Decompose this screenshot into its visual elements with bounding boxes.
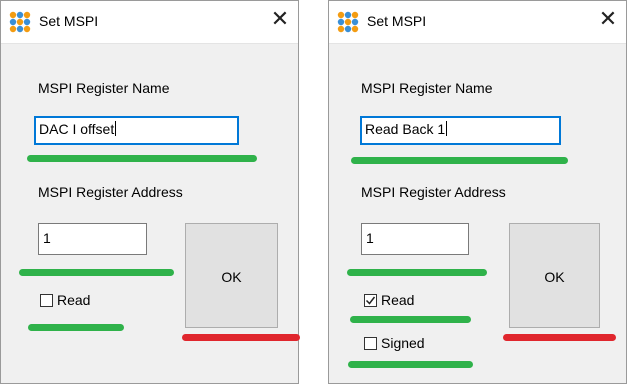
- read-checkbox-label[interactable]: Read: [381, 292, 414, 308]
- register-name-input[interactable]: DAC I offset: [34, 116, 239, 145]
- signed-checkbox-label[interactable]: Signed: [381, 335, 425, 351]
- highlight-address-underline: [347, 269, 487, 276]
- read-checkbox[interactable]: [364, 294, 377, 307]
- text-caret: [115, 121, 117, 136]
- window-title: Set MSPI: [367, 13, 427, 29]
- read-checkbox[interactable]: [40, 294, 53, 307]
- window-title: Set MSPI: [39, 13, 99, 29]
- register-address-value: 1: [43, 230, 51, 246]
- text-caret: [446, 121, 448, 136]
- close-icon[interactable]: ✕: [268, 9, 292, 33]
- highlight-read-underline: [28, 324, 124, 331]
- register-address-value: 1: [366, 230, 374, 246]
- read-checkbox-label[interactable]: Read: [57, 292, 90, 308]
- title-bar: Set MSPI ✕: [1, 1, 298, 44]
- register-name-value: Read Back 1: [365, 121, 446, 137]
- register-name-label: MSPI Register Name: [38, 80, 170, 96]
- register-name-value: DAC I offset: [39, 121, 115, 137]
- highlight-name-underline: [351, 157, 568, 164]
- set-mspi-dialog-left: Set MSPI ✕ MSPI Register Name DAC I offs…: [0, 0, 300, 384]
- close-icon[interactable]: ✕: [596, 9, 620, 33]
- register-address-label: MSPI Register Address: [38, 184, 183, 200]
- highlight-signed-underline: [348, 361, 473, 368]
- set-mspi-dialog-right: Set MSPI ✕ MSPI Register Name Read Back …: [328, 0, 627, 384]
- checkmark-icon: [365, 296, 376, 305]
- register-name-input[interactable]: Read Back 1: [360, 116, 561, 145]
- highlight-name-underline: [27, 155, 257, 162]
- title-bar: Set MSPI ✕: [329, 1, 626, 44]
- app-logo-icon: [9, 11, 31, 33]
- signed-checkbox[interactable]: [364, 337, 377, 350]
- ok-button-label: OK: [544, 269, 565, 285]
- ok-button[interactable]: OK: [185, 223, 278, 328]
- ok-button[interactable]: OK: [509, 223, 600, 328]
- highlight-address-underline: [19, 269, 174, 276]
- register-address-input[interactable]: 1: [38, 223, 147, 255]
- register-name-label: MSPI Register Name: [361, 80, 493, 96]
- ok-button-label: OK: [221, 269, 242, 285]
- highlight-ok-underline: [503, 334, 616, 341]
- register-address-label: MSPI Register Address: [361, 184, 506, 200]
- highlight-read-underline: [350, 316, 471, 323]
- register-address-input[interactable]: 1: [361, 223, 469, 255]
- highlight-ok-underline: [182, 334, 300, 341]
- app-logo-icon: [337, 11, 359, 33]
